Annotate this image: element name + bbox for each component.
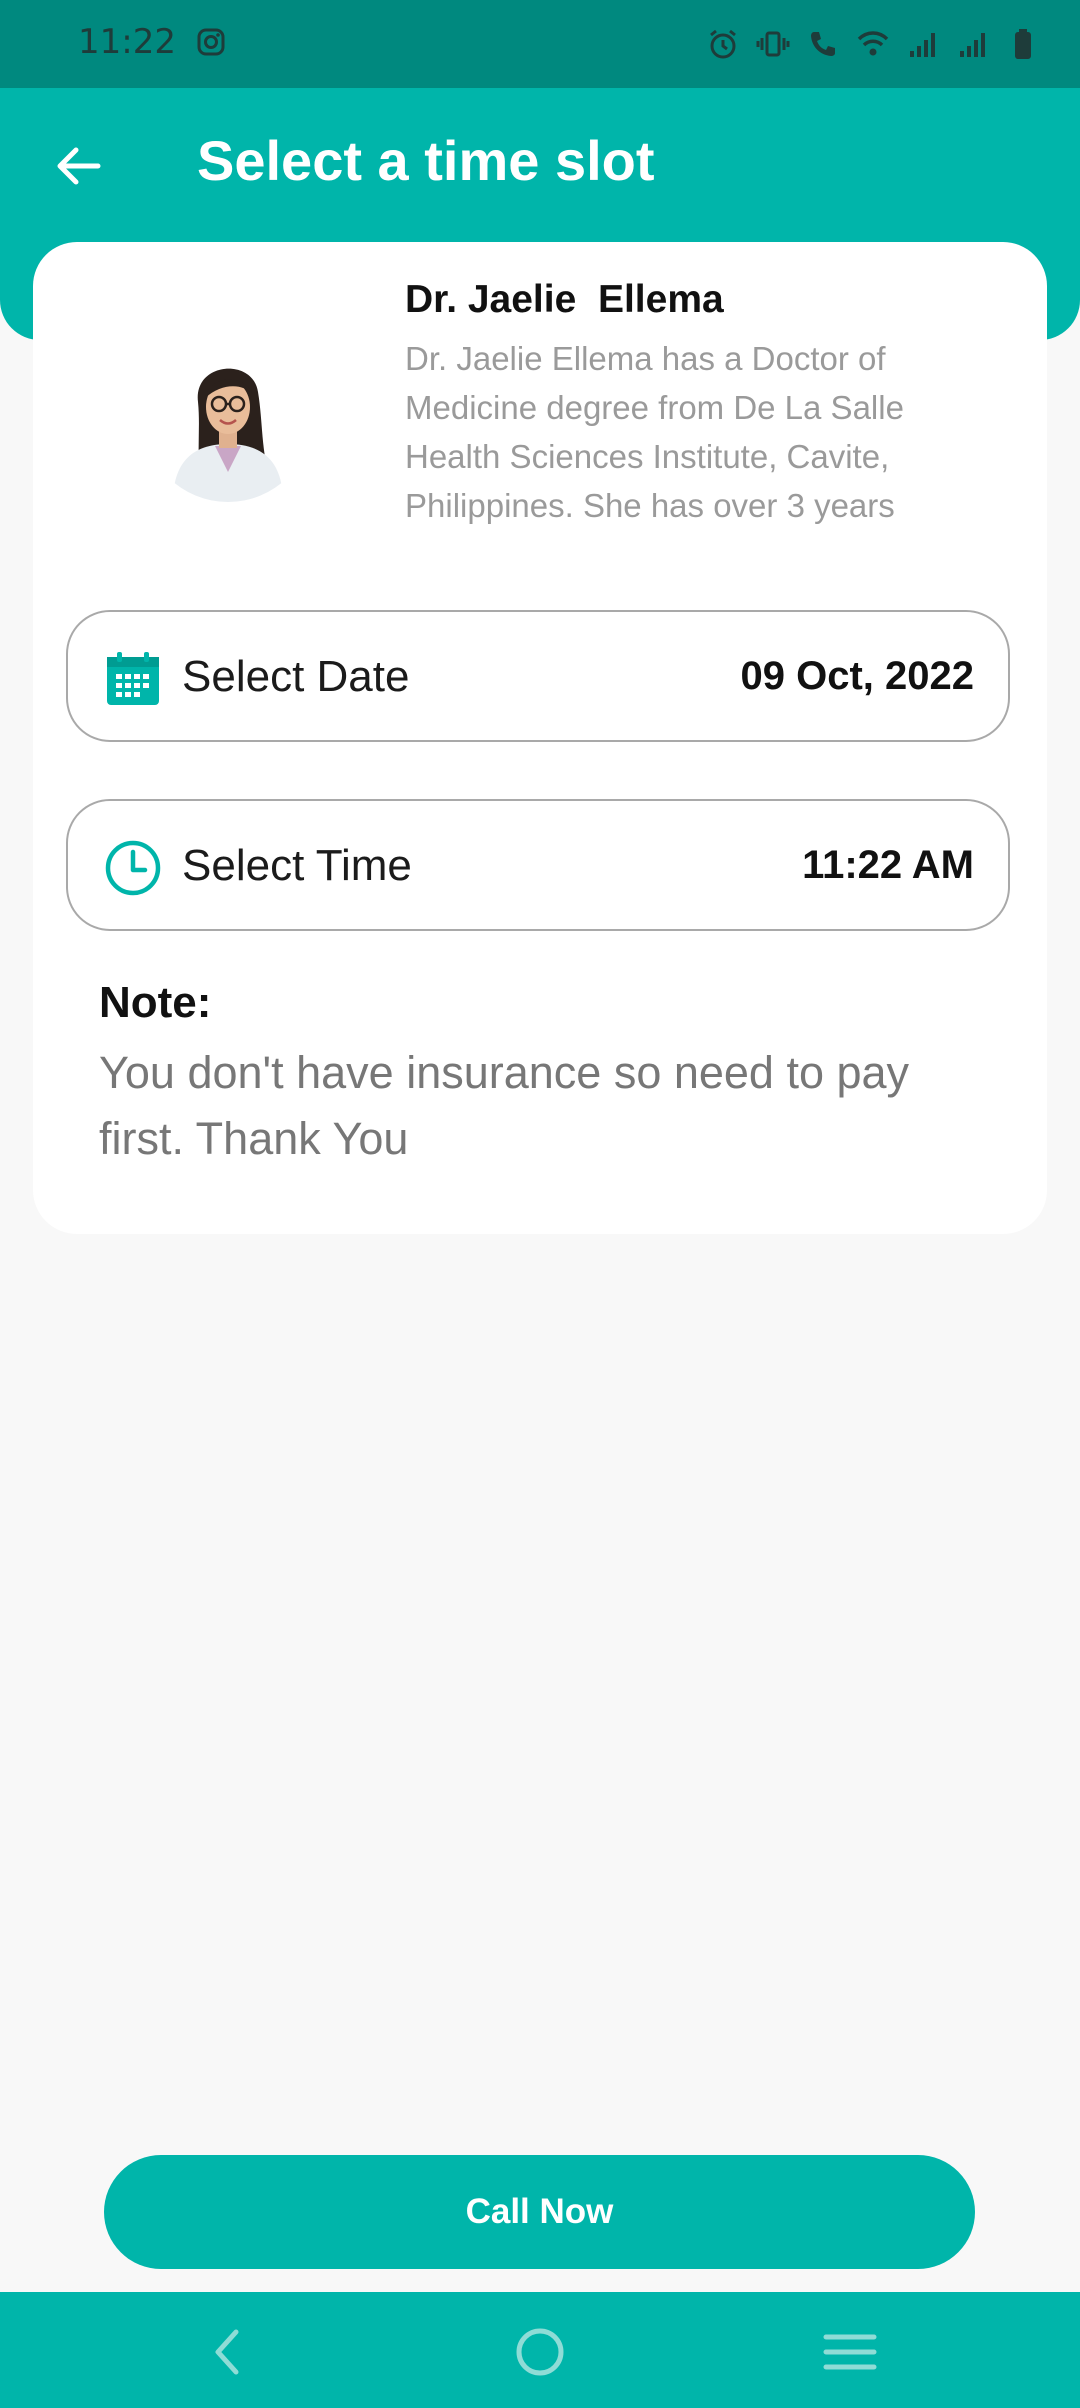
status-time: 11:22 <box>78 22 176 62</box>
alarm-icon <box>710 29 736 59</box>
arrow-left-icon <box>57 147 101 185</box>
battery-icon <box>1015 29 1031 59</box>
signal-icon <box>960 33 985 57</box>
back-nav-icon[interactable] <box>198 2322 258 2382</box>
doctor-avatar <box>143 332 313 502</box>
home-nav-icon[interactable] <box>510 2322 570 2382</box>
select-time-label: Select Time <box>182 841 412 890</box>
system-nav-bar <box>0 2292 1080 2408</box>
call-now-button[interactable]: Call Now <box>104 2155 975 2269</box>
note-text: You don't have insurance so need to pay … <box>99 1047 910 1164</box>
doctor-name: Dr. Jaelie Ellema <box>405 278 724 321</box>
note-title: Note: <box>99 978 212 1027</box>
wifi-icon <box>857 31 889 56</box>
selected-date-value: 09 Oct, 2022 <box>740 654 975 698</box>
page-title: Select a time slot <box>197 129 655 192</box>
booking-card: Dr. Jaelie Ellema Dr. Jaelie Ellema has … <box>33 242 1047 1234</box>
signal-icon <box>910 33 935 57</box>
instagram-icon <box>197 28 225 56</box>
selected-time-value: 11:22 AM <box>802 843 974 887</box>
clock-icon <box>105 840 161 896</box>
back-button[interactable] <box>48 136 108 196</box>
status-icons <box>706 22 1040 66</box>
select-time-button[interactable]: Select Time 11:22 AM <box>66 799 1010 931</box>
menu-nav-icon[interactable] <box>820 2322 880 2382</box>
select-date-button[interactable]: Select Date 09 Oct, 2022 <box>66 610 1010 742</box>
calendar-icon <box>107 652 159 705</box>
status-bar: 11:22 <box>0 0 1080 88</box>
vibrate-icon <box>756 31 790 57</box>
call-icon <box>811 32 835 56</box>
doctor-bio: Dr. Jaelie Ellema has a Doctor of Medici… <box>405 340 904 524</box>
select-date-label: Select Date <box>182 652 410 701</box>
